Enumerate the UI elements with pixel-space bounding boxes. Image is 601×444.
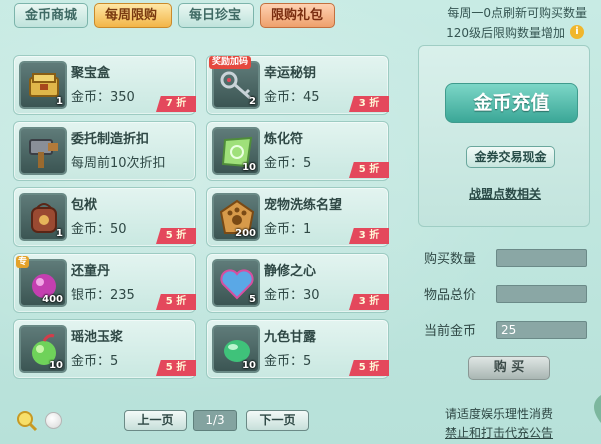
item-card[interactable]: 1 包袱 金币：50 5 折 — [13, 187, 196, 247]
item-card[interactable]: 400 专 还童丹 银币：235 5 折 — [13, 253, 196, 313]
bonus-badge: 奖励加码 — [209, 56, 252, 69]
item-name: 包袱 — [71, 198, 98, 213]
notice-text: 请适度娱乐理性消费 — [445, 407, 554, 421]
info-icon[interactable]: i — [570, 25, 584, 39]
discount-badge: 5 折 — [156, 360, 196, 376]
alliance-points-link[interactable]: 战盟点数相关 — [469, 185, 541, 202]
item-name: 幸运秘钥 — [264, 66, 317, 81]
item-price: 银币：235 — [71, 288, 135, 303]
level-info: 120级后限购数量增加 — [446, 26, 565, 40]
item-card[interactable]: 10 九色甘露 金币：5 5 折 — [206, 319, 389, 379]
magnifier-icon[interactable] — [16, 410, 38, 436]
item-price: 金币：350 — [71, 90, 135, 105]
quantity-label: 购买数量 — [424, 252, 477, 267]
discount-badge: 5 折 — [156, 228, 196, 244]
discount-badge: 3 折 — [349, 96, 389, 112]
item-name: 炼化符 — [264, 132, 304, 147]
item-name: 静修之心 — [264, 264, 317, 279]
item-card[interactable]: 5 静修之心 金币：30 3 折 — [206, 253, 389, 313]
discount-badge: 5 折 — [349, 162, 389, 178]
tab-weekly-limited[interactable]: 每周限购 — [94, 3, 172, 28]
total-price-label: 物品总价 — [424, 288, 477, 303]
dew-icon: 10 — [212, 325, 260, 373]
item-price: 金币：50 — [71, 222, 127, 237]
hammer-icon — [19, 127, 67, 175]
item-name: 宠物洗练名望 — [264, 198, 343, 213]
exchange-button[interactable]: 金券交易现金 — [466, 146, 555, 168]
item-name: 九色甘露 — [264, 330, 317, 345]
item-price: 金币：5 — [264, 354, 312, 369]
item-card[interactable]: 2 奖励加码 幸运秘钥 金币：45 3 折 — [206, 55, 389, 115]
item-card[interactable]: 委托制造折扣 每周前10次折扣 — [13, 121, 196, 181]
item-card[interactable]: 10 瑶池玉浆 金币：5 5 折 — [13, 319, 196, 379]
item-name: 聚宝盒 — [71, 66, 111, 81]
total-price-field — [496, 285, 587, 303]
item-price: 金币：5 — [71, 354, 119, 369]
talisman-icon: 10 — [212, 127, 260, 175]
item-card[interactable]: 200 宠物洗练名望 金币：1 3 折 — [206, 187, 389, 247]
item-price: 金币：45 — [264, 90, 320, 105]
next-page-button[interactable]: 下一页 — [246, 410, 309, 431]
page-indicator: 1/3 — [193, 410, 237, 431]
item-name: 还童丹 — [71, 264, 111, 279]
top-tabs: 金币商城 每周限购 每日珍宝 限购礼包 — [14, 3, 335, 28]
paw-icon: 200 — [212, 193, 260, 241]
balance-field: 25 — [496, 321, 587, 339]
recharge-button[interactable]: 金币充值 — [445, 83, 578, 123]
item-price: 金币：30 — [264, 288, 320, 303]
heart-icon: 5 — [212, 259, 260, 307]
discount-badge: 5 折 — [349, 360, 389, 376]
prev-page-button[interactable]: 上一页 — [124, 410, 187, 431]
green-fruit-icon: 10 — [19, 325, 67, 373]
balance-label: 当前金币 — [424, 324, 477, 339]
item-name: 瑶池玉浆 — [71, 330, 124, 345]
item-price: 金币：1 — [264, 222, 312, 237]
tab-gold-mall[interactable]: 金币商城 — [14, 3, 88, 28]
tab-daily-treasure[interactable]: 每日珍宝 — [178, 3, 254, 28]
item-card[interactable]: 10 炼化符 金币：5 5 折 — [206, 121, 389, 181]
discount-badge: 3 折 — [349, 228, 389, 244]
item-name: 委托制造折扣 — [71, 132, 150, 147]
leaf-icon — [587, 395, 601, 427]
refresh-info: 每周一0点刷新可购买数量 — [447, 6, 587, 20]
discount-badge: 3 折 — [349, 294, 389, 310]
notice-link[interactable]: 禁止和打击代充公告 — [445, 424, 553, 441]
treasure-box-icon: 1 — [19, 61, 67, 109]
item-price: 每周前10次折扣 — [71, 156, 166, 171]
buy-button[interactable]: 购 买 — [468, 356, 550, 380]
quantity-field[interactable] — [496, 249, 587, 267]
bag-icon: 1 — [19, 193, 67, 241]
item-card[interactable]: 1 聚宝盒 金币：350 7 折 — [13, 55, 196, 115]
tab-limited-gift[interactable]: 限购礼包 — [260, 3, 335, 28]
discount-badge: 5 折 — [156, 294, 196, 310]
item-price: 金币：5 — [264, 156, 312, 171]
exclusive-badge: 专 — [16, 256, 30, 268]
circle-icon[interactable] — [45, 412, 62, 429]
discount-badge: 7 折 — [156, 96, 196, 112]
